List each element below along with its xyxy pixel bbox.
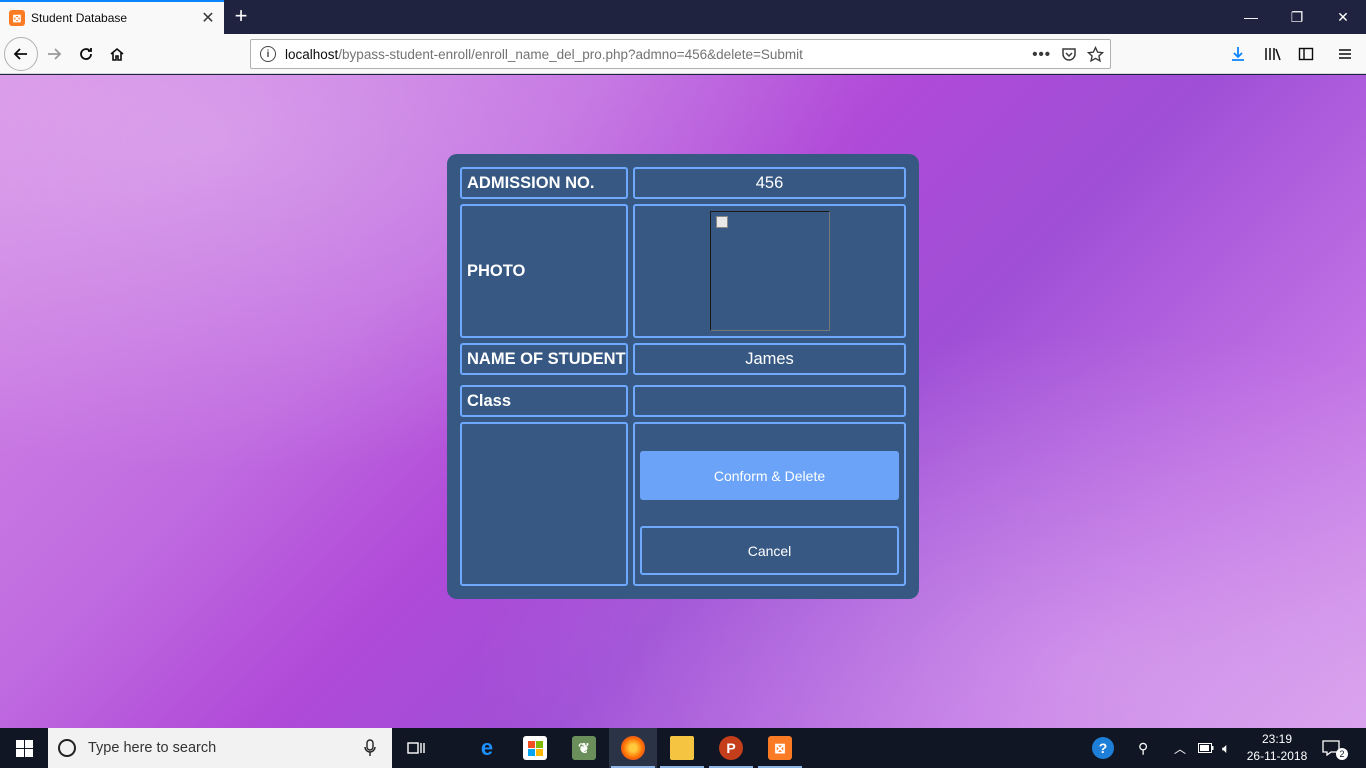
name-label: NAME OF STUDENT: [460, 343, 628, 375]
broken-image-icon: [716, 216, 728, 228]
tab-close-icon[interactable]: ✕: [196, 8, 220, 28]
site-info-icon[interactable]: i: [260, 46, 276, 62]
confirm-delete-button[interactable]: Conform & Delete: [640, 451, 899, 500]
photo-label: PHOTO: [460, 204, 628, 338]
class-label: Class: [460, 385, 628, 417]
windows-logo-icon: [15, 739, 33, 757]
url-actions: •••: [1032, 40, 1104, 68]
action-center-button[interactable]: 2: [1322, 728, 1352, 768]
admission-label: ADMISSION NO.: [460, 167, 628, 199]
photo-cell: [633, 204, 906, 338]
notification-badge: 2: [1336, 748, 1348, 760]
class-value: [633, 385, 906, 417]
clock-date: 26-11-2018: [1246, 749, 1308, 763]
store-icon: [523, 736, 547, 760]
forward-button[interactable]: [38, 38, 70, 70]
evernote-button[interactable]: ❦: [560, 728, 608, 768]
hamburger-menu-icon: [1339, 49, 1351, 59]
back-arrow-icon: [13, 48, 27, 60]
downloads-button[interactable]: [1230, 38, 1258, 70]
battery-button[interactable]: [1198, 728, 1216, 768]
firefox-icon: [621, 736, 645, 760]
microphone-icon[interactable]: [364, 739, 376, 757]
task-view-button[interactable]: [392, 728, 440, 768]
xampp-button[interactable]: ⊠: [756, 728, 804, 768]
volume-button[interactable]: 🔈︎: [1222, 728, 1240, 768]
help-tray-button[interactable]: ?: [1092, 728, 1116, 768]
close-window-button[interactable]: ✕: [1320, 0, 1366, 34]
search-placeholder: Type here to search: [88, 740, 217, 756]
library-icon: [1265, 48, 1281, 61]
tab-strip: ⊠ Student Database ✕ + — ❐ ✕: [0, 0, 1366, 34]
speaker-icon: 🔈︎: [1222, 739, 1231, 756]
people-button[interactable]: ⚲: [1138, 728, 1158, 768]
people-icon: ⚲: [1138, 739, 1149, 756]
show-hidden-icons-button[interactable]: ︿: [1174, 728, 1190, 768]
file-explorer-button[interactable]: [658, 728, 706, 768]
tab-title: Student Database: [31, 11, 128, 25]
forward-arrow-icon: [48, 48, 62, 60]
taskbar-search[interactable]: Type here to search: [48, 728, 392, 768]
home-icon: [110, 47, 124, 61]
download-icon: [1232, 47, 1244, 61]
url-host: localhost: [285, 46, 339, 62]
edge-button[interactable]: e: [463, 728, 511, 768]
minimize-button[interactable]: —: [1228, 0, 1274, 34]
bookmark-star-icon[interactable]: [1087, 45, 1104, 63]
sidebar-icon: [1298, 47, 1314, 61]
chevron-up-icon: ︿: [1174, 741, 1187, 756]
sidebar-button[interactable]: [1298, 38, 1326, 70]
admission-value: 456: [633, 167, 906, 199]
menu-button[interactable]: [1338, 38, 1358, 70]
browser-tab[interactable]: ⊠ Student Database ✕: [0, 0, 224, 34]
empty-cell: [460, 422, 628, 586]
page-content: ADMISSION NO. 456 PHOTO NAME OF STUDENT …: [0, 75, 1366, 728]
firefox-button[interactable]: [609, 728, 657, 768]
name-value: James: [633, 343, 906, 375]
url-bar[interactable]: i localhost/bypass-student-enroll/enroll…: [250, 39, 1111, 69]
clock-time: 23:19: [1261, 732, 1293, 746]
nav-bar: i localhost/bypass-student-enroll/enroll…: [0, 34, 1366, 74]
back-button[interactable]: [4, 37, 38, 71]
taskbar: Type here to search e ❦ P ⊠ ? ⚲ ︿ 🔈︎ 23:…: [0, 728, 1366, 768]
reload-button[interactable]: [70, 38, 102, 70]
restore-button[interactable]: ❐: [1274, 0, 1320, 34]
clock[interactable]: 23:19 26-11-2018: [1244, 731, 1310, 765]
xampp-taskbar-icon: ⊠: [768, 736, 792, 760]
task-view-icon: [407, 742, 425, 754]
powerpoint-button[interactable]: P: [707, 728, 755, 768]
new-tab-button[interactable]: +: [228, 2, 254, 32]
evernote-icon: ❦: [572, 736, 596, 760]
folder-icon: [670, 736, 694, 760]
student-photo: [710, 211, 830, 331]
cortana-icon: [58, 739, 76, 757]
start-button[interactable]: [0, 728, 48, 768]
battery-icon: [1198, 743, 1214, 753]
home-button[interactable]: [101, 38, 133, 70]
powerpoint-icon: P: [719, 736, 743, 760]
store-button[interactable]: [511, 728, 559, 768]
xampp-icon: ⊠: [9, 10, 25, 26]
url-path: /bypass-student-enroll/enroll_name_del_p…: [338, 46, 803, 62]
url-text[interactable]: localhost/bypass-student-enroll/enroll_n…: [285, 47, 803, 62]
page-actions-icon[interactable]: •••: [1032, 46, 1051, 63]
actions-cell: Conform & Delete Cancel: [633, 422, 906, 586]
edge-icon: e: [480, 735, 494, 760]
library-button[interactable]: [1264, 38, 1292, 70]
help-icon: ?: [1092, 737, 1114, 759]
student-delete-panel: ADMISSION NO. 456 PHOTO NAME OF STUDENT …: [447, 154, 919, 599]
cancel-button[interactable]: Cancel: [640, 526, 899, 575]
pocket-icon[interactable]: [1061, 46, 1077, 62]
reload-icon: [80, 48, 92, 60]
